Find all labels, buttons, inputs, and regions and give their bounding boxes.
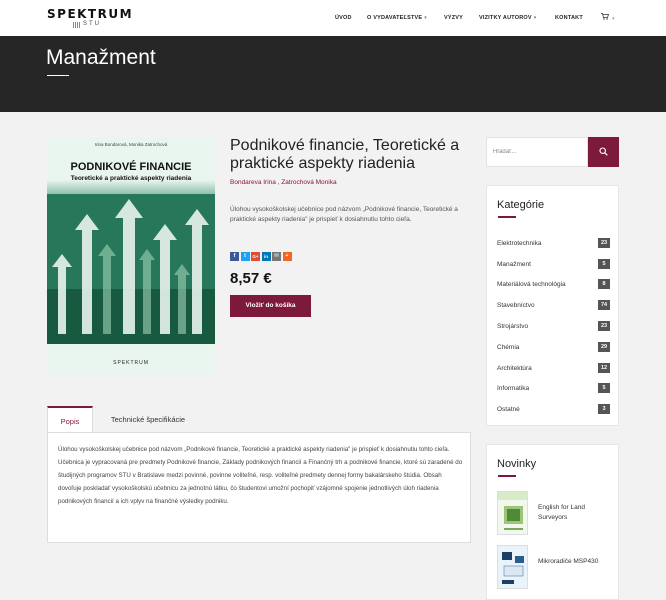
category-ostatne[interactable]: Ostatné 3 [497,403,610,417]
book-thumbnail-image[interactable] [497,491,528,535]
category-count-badge: 8 [598,279,610,289]
product-title: Podnikové financie, Teoretické a praktic… [230,137,460,172]
news-item[interactable]: English for Land Surveyors [497,491,612,535]
search-icon [599,147,608,156]
product-authors-link[interactable]: Bondareva Irina , Zatrochová Monika [230,179,337,186]
cover-title: PODNIKOVÉ FINANCIE [70,161,192,173]
news-item-title[interactable]: English for Land Surveyors [538,503,610,523]
cart-dropdown[interactable]: ▾ [601,13,615,22]
title-underline [498,475,516,477]
category-count-badge: 23 [598,321,610,331]
tab-panel-description: Úlohou vysokoškolskej učebnice pod názvo… [47,432,471,543]
categories-title: Kategórie [497,199,545,211]
top-navigation-bar: SPEKTRUM STU ÚVOD O VYDAVATEĽSTVE ▾ VÝZVY… [0,0,666,36]
category-count-badge: 23 [598,238,610,248]
cover-arrows-illustration [47,194,215,344]
nav-item-o-vydavatelstve[interactable]: O VYDAVATEĽSTVE ▾ [367,15,427,21]
category-count-badge: 3 [598,404,610,414]
facebook-icon[interactable]: f [230,252,239,261]
cover-publisher: SPEKTRUM [113,360,149,366]
email-icon[interactable]: ✉ [272,252,281,261]
chevron-down-icon: ▾ [612,16,615,22]
category-elektrotechnika[interactable]: Elektrotechnika 23 [497,237,610,251]
book-cover-image[interactable]: Irina Bondarová, Monika Zatrochová PODNI… [47,137,215,376]
logo-pattern-icon [73,22,81,28]
category-stavebnictvo[interactable]: Stavebníctvo 74 [497,299,610,313]
page-banner: Manažment [0,36,666,112]
news-item-title[interactable]: Mikroradiče MSP430 [538,557,610,567]
cart-icon [601,13,610,20]
book-thumbnail-image[interactable] [497,545,528,589]
category-materialova-technologia[interactable]: Materiálová technológia 8 [497,278,610,292]
category-count-badge: 5 [598,383,610,393]
twitter-icon[interactable]: t [240,252,250,261]
nav-item-uvod[interactable]: ÚVOD [335,15,352,21]
search-input[interactable] [486,137,588,167]
chevron-down-icon: ▾ [533,15,537,21]
logo-subtitle: STU [83,21,101,27]
title-underline [47,75,69,76]
nav-item-vizitky-autorov[interactable]: VIZITKY AUTOROV ▾ [479,15,536,21]
description-text: Úlohou vysokoškolskej učebnice pod názvo… [58,446,463,505]
category-chemia[interactable]: Chémia 29 [497,341,610,355]
spektrum-logo[interactable]: SPEKTRUM STU [47,7,134,30]
news-title: Novinky [497,458,537,470]
googleplus-icon[interactable]: G+ [251,252,260,261]
page-title: Manažment [46,46,156,69]
category-manazment[interactable]: Manažment 5 [497,258,610,272]
nav-item-kontakt[interactable]: KONTAKT [555,15,583,21]
product-tabs: Popis Technické špecifikácie [47,406,471,433]
cover-authors: Irina Bondarová, Monika Zatrochová [94,142,168,147]
category-strojarstvo[interactable]: Strojárstvo 23 [497,320,610,334]
category-count-badge: 29 [598,342,610,352]
product-price: 8,57 € [230,270,272,287]
categories-widget: Kategórie Elektrotechnika 23 Manažment 5 M… [486,185,619,426]
tab-popis[interactable]: Popis [47,406,93,433]
search-button[interactable] [588,137,619,167]
category-count-badge: 5 [598,259,610,269]
logo-text: SPEKTRUM [47,7,134,21]
product-short-description: Úlohou vysokoškolskej učebnice pod názvo… [230,206,458,223]
category-informatika[interactable]: Informatika 5 [497,382,610,396]
category-count-badge: 74 [598,300,610,310]
news-widget: Novinky English for Land Surveyors Mikro… [486,444,619,600]
news-item[interactable]: Mikroradiče MSP430 [497,545,612,589]
cover-subtitle: Teoretické a praktické aspekty riadenia [70,175,192,182]
category-count-badge: 12 [598,363,610,373]
more-share-icon[interactable]: + [282,252,292,261]
nav-item-vyzvy[interactable]: VÝZVY [444,15,463,21]
chevron-down-icon: ▾ [424,15,427,21]
add-to-cart-button[interactable]: Vložiť do košíka [230,295,311,317]
share-buttons: f t G+ in ✉ + [230,252,292,261]
category-architektura[interactable]: Architektúra 12 [497,362,610,376]
tab-technicke-specifikacie[interactable]: Technické špecifikácie [93,406,203,433]
linkedin-icon[interactable]: in [261,252,271,261]
title-underline [498,216,516,218]
